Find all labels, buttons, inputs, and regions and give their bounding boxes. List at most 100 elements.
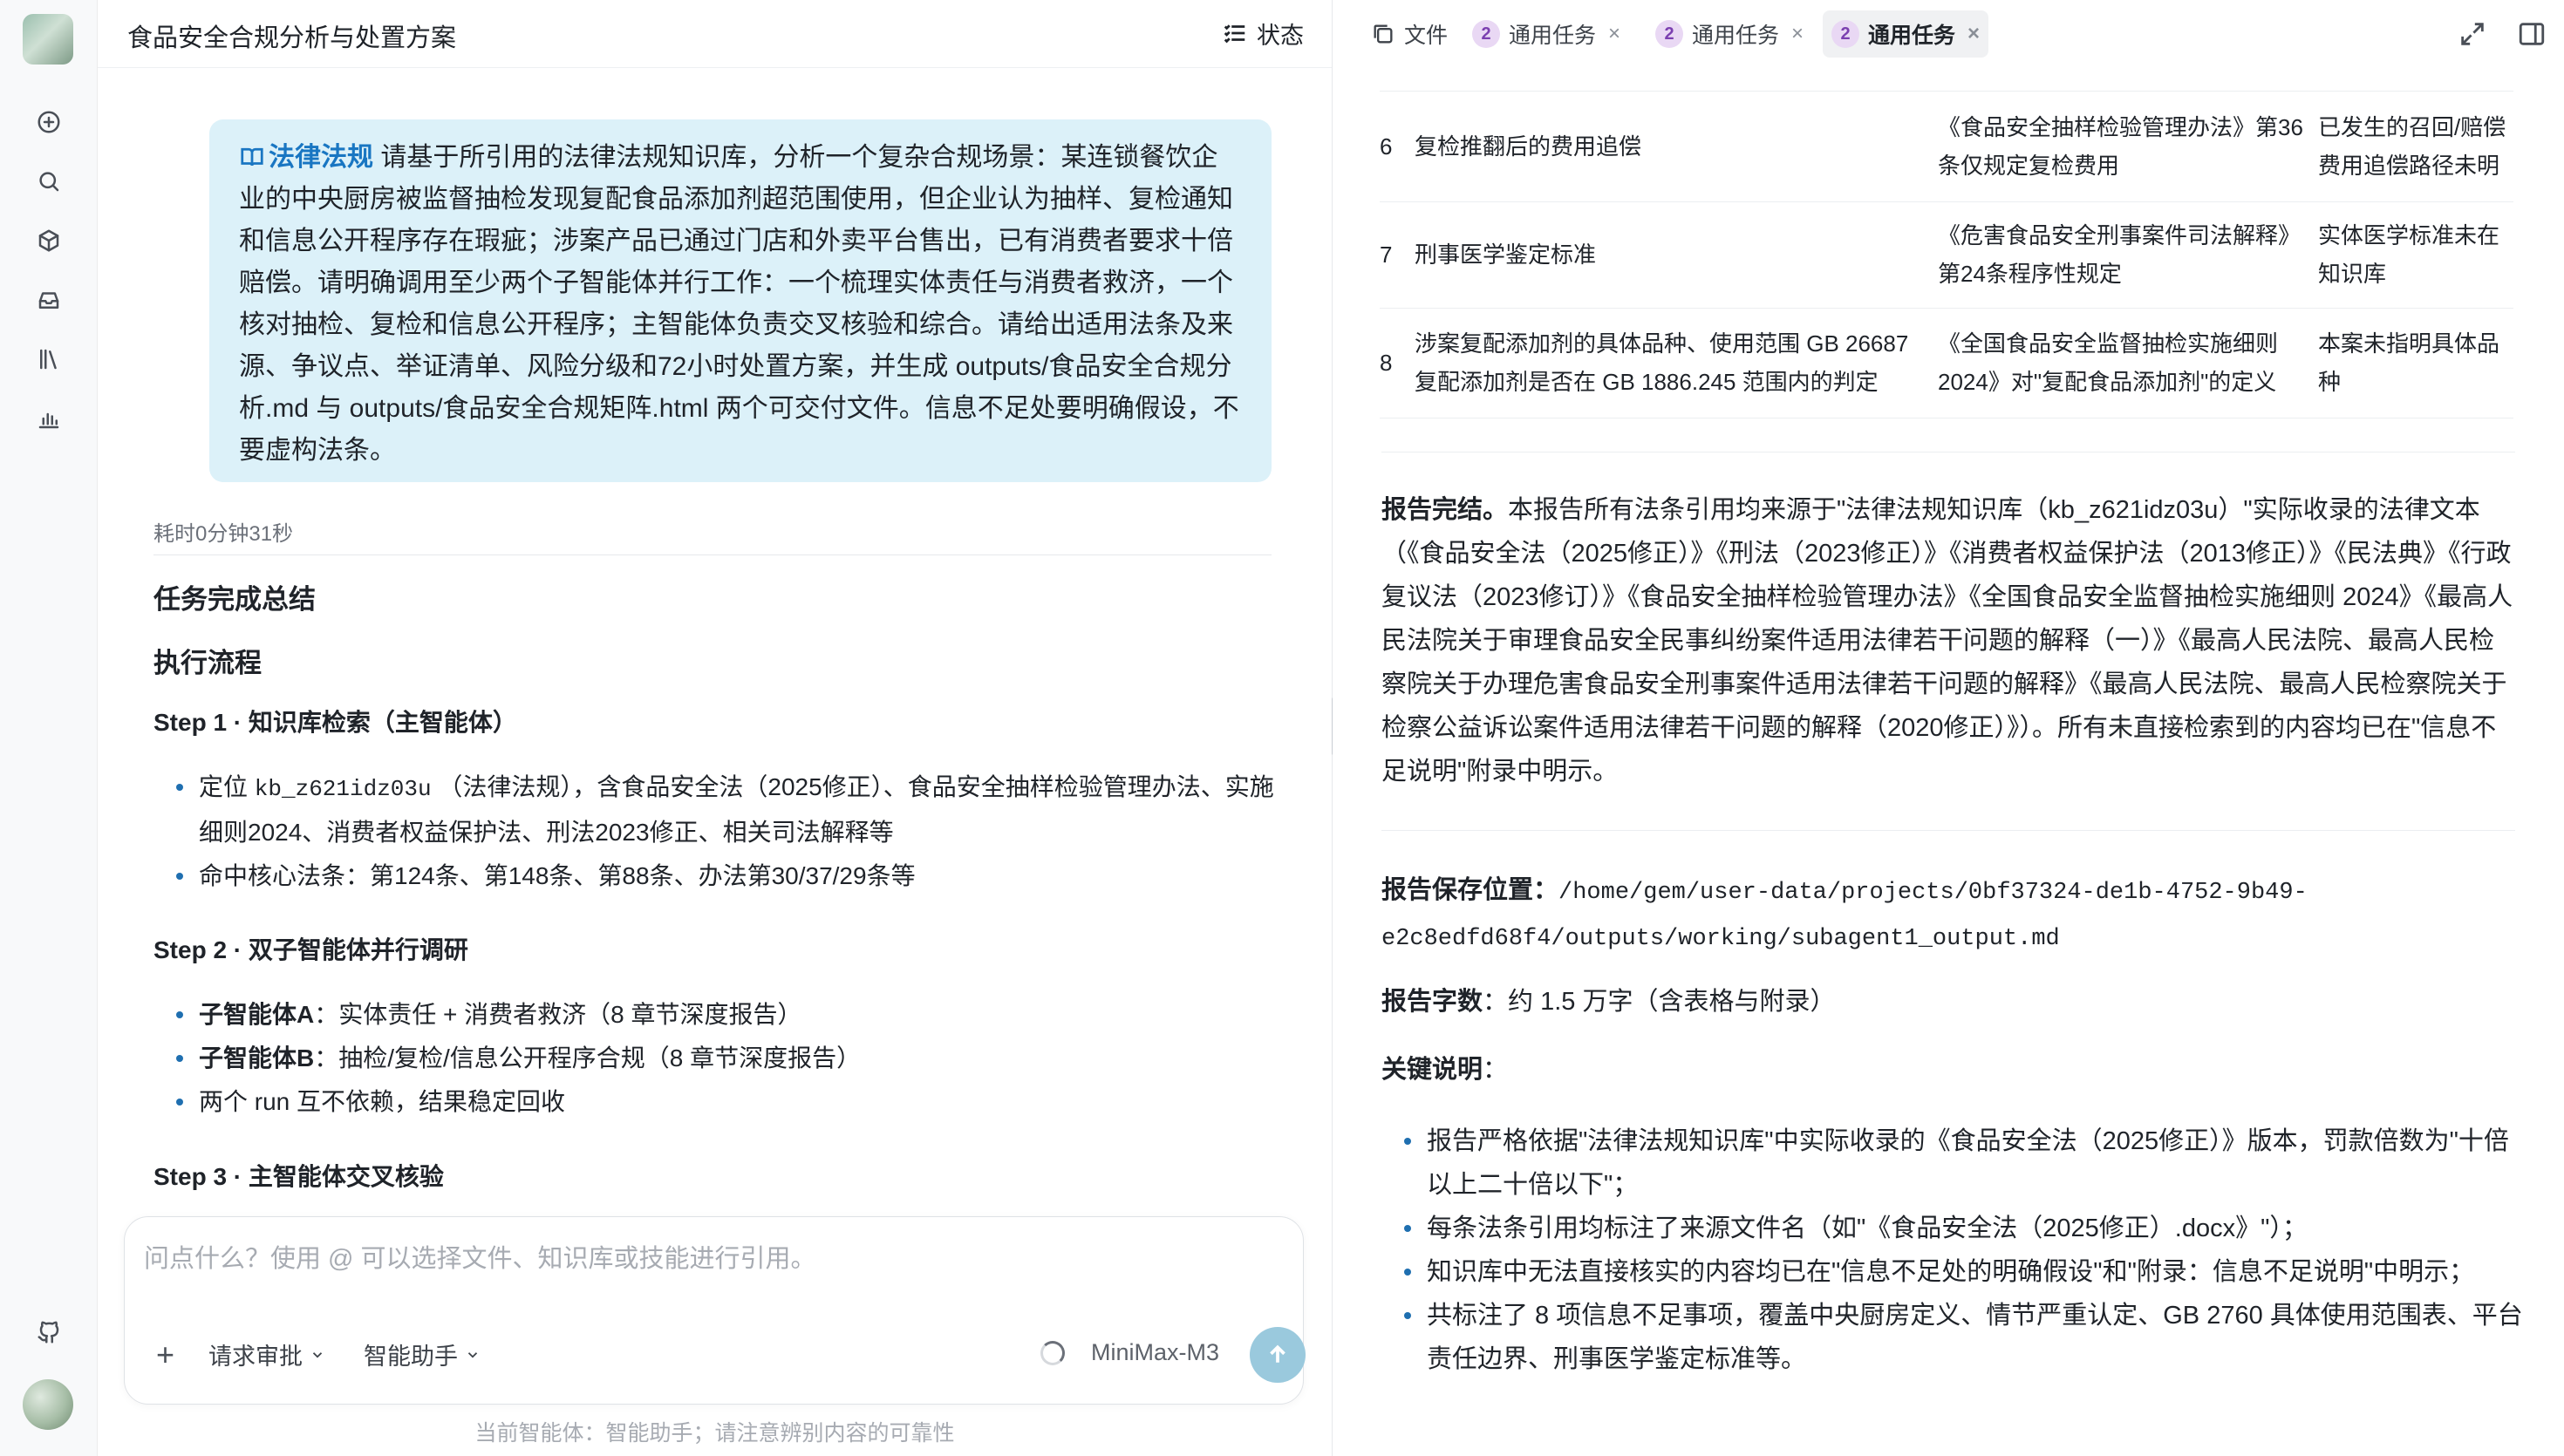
list-item: 定位 kb_z621idz03u （法律法规），含食品安全法（2025修正）、食… bbox=[176, 765, 1280, 854]
approval-dropdown[interactable]: 请求审批 bbox=[208, 1337, 325, 1371]
row-gap: 已发生的召回/赔偿费用追偿路径未明 bbox=[2318, 114, 2506, 179]
agent-dropdown[interactable]: 智能助手 bbox=[364, 1337, 481, 1371]
list-item: 知识库中无法直接核实的内容均已在"信息不足处的明确假设"和"附录：信息不足说明"… bbox=[1404, 1250, 2526, 1294]
app-rail bbox=[0, 0, 98, 1456]
footnote: 当前智能体：智能助手；请注意辨别内容的可靠性 bbox=[474, 1421, 955, 1446]
send-button[interactable] bbox=[1250, 1327, 1306, 1383]
row-gap: 本案未指明具体品种 bbox=[2318, 330, 2500, 395]
summary-heading: 任务完成总结 bbox=[153, 584, 316, 615]
tab-badge: 2 bbox=[1655, 20, 1683, 48]
report-done-text: 本报告所有法条引用均来源于"法律法规知识库（kb_z621idz03u）"实际收… bbox=[1381, 496, 2513, 786]
add-attachment-button[interactable]: + bbox=[156, 1339, 174, 1371]
subagent-b-label: 子智能体B bbox=[199, 1044, 315, 1072]
row-issue: 复检推翻后的费用追偿 bbox=[1415, 133, 1642, 160]
text: 定位 bbox=[199, 773, 255, 800]
flow-heading: 执行流程 bbox=[153, 648, 262, 678]
tab-badge: 2 bbox=[1831, 20, 1859, 48]
step1-heading: Step 1 · 知识库检索（主智能体） bbox=[153, 709, 517, 736]
agent-label: 智能助手 bbox=[364, 1344, 458, 1370]
github-icon[interactable] bbox=[31, 1315, 66, 1350]
table-row: 6 复检推翻后的费用追偿 《食品安全抽样检验管理办法》第36条仅规定复检费用 已… bbox=[1380, 92, 2513, 202]
row-number: 8 bbox=[1380, 350, 1393, 376]
table-row: 7 刑事医学鉴定标准 《危害食品安全刑事案件司法解释》第24条程序性规定 实体医… bbox=[1380, 202, 2513, 309]
list-item: 两个 run 互不依赖，结果稳定回收 bbox=[176, 1080, 1280, 1124]
tab-badge: 2 bbox=[1472, 20, 1500, 48]
close-icon[interactable]: × bbox=[1791, 22, 1804, 46]
arrow-up-icon bbox=[1270, 1344, 1285, 1363]
list-icon bbox=[1224, 24, 1245, 44]
report-word-count: 报告字数：约 1.5 万字（含表格与附录） bbox=[1381, 980, 2515, 1024]
tab-label: 文件 bbox=[1404, 24, 1449, 48]
list-item: 每条法条引用均标注了来源文件名（如"《食品安全法（2025修正）.docx》"）… bbox=[1404, 1207, 2526, 1250]
notes-heading: 关键说明： bbox=[1381, 1056, 1509, 1084]
row-gap: 实体医学标准未在知识库 bbox=[2318, 222, 2500, 287]
user-message-text: 请基于所引用的法律法规知识库，分析一个复杂合规场景：某连锁餐饮企业的中央厨房被监… bbox=[239, 143, 1239, 465]
path-label: 报告保存位置 bbox=[1381, 876, 1534, 904]
step3-heading: Step 3 · 主智能体交叉核验 bbox=[153, 1163, 444, 1190]
status-label: 状态 bbox=[1257, 22, 1304, 49]
list-item: 共标注了 8 项信息不足事项，覆盖中央厨房定义、情节严重认定、GB 2760 具… bbox=[1404, 1294, 2526, 1381]
list-item: 子智能体A：实体责任 + 消费者救济（8 章节深度报告） bbox=[176, 993, 1280, 1037]
report-done-label: 报告完结。 bbox=[1381, 496, 1509, 524]
loading-spinner-icon bbox=[1040, 1341, 1065, 1365]
row-basis: 《食品安全抽样检验管理办法》第36条仅规定复检费用 bbox=[1938, 114, 2303, 179]
chevron-down-icon bbox=[467, 1351, 478, 1358]
expand-icon[interactable] bbox=[2458, 19, 2487, 49]
list-item: 子智能体B：抽检/复检/信息公开程序合规（8 章节深度报告） bbox=[176, 1037, 1280, 1080]
table-row: 8 涉案复配添加剂的具体品种、使用范围 GB 26687复配添加剂是否在 GB … bbox=[1380, 309, 2513, 418]
kb-tag-label: 法律法规 bbox=[269, 143, 373, 172]
list-item: 报告严格依据"法律法规知识库"中实际收录的《食品安全法（2025修正）》版本，罚… bbox=[1404, 1119, 2526, 1207]
cube-icon[interactable] bbox=[31, 223, 66, 258]
status-button[interactable]: 状态 bbox=[1222, 16, 1304, 51]
approval-label: 请求审批 bbox=[208, 1344, 303, 1370]
page-title: 食品安全合规分析与处置方案 bbox=[127, 24, 457, 52]
search-icon[interactable] bbox=[31, 164, 66, 199]
row-basis: 《危害食品安全刑事案件司法解释》第24条程序性规定 bbox=[1938, 222, 2301, 287]
text: ：实体责任 + 消费者救济（8 章节深度报告） bbox=[314, 1001, 802, 1028]
chat-panel: 食品安全合规分析与处置方案 状态 法律法规 请基于所引用的法律法规知识库，分析一… bbox=[98, 0, 1332, 1456]
report-summary: 报告完结。本报告所有法条引用均来源于"法律法规知识库（kb_z621idz03u… bbox=[1381, 488, 2515, 793]
user-message: 法律法规 请基于所引用的法律法规知识库，分析一个复杂合规场景：某连锁餐饮企业的中… bbox=[209, 119, 1272, 482]
count-label: 报告字数 bbox=[1381, 988, 1483, 1016]
tab-label: 通用任务 bbox=[1692, 24, 1780, 48]
document-panel: 文件 2 通用任务 × 2 通用任务 × 2 通用任务 × 6 复检推翻后的费用… bbox=[1333, 0, 2564, 1456]
chevron-down-icon bbox=[312, 1351, 323, 1358]
tab-label: 通用任务 bbox=[1509, 24, 1597, 48]
close-icon[interactable]: × bbox=[1967, 22, 1980, 46]
avatar[interactable] bbox=[23, 1379, 73, 1430]
table-top-border bbox=[1380, 91, 2513, 92]
tab-task-2[interactable]: 2 通用任务 × bbox=[1647, 10, 1812, 58]
chat-header: 食品安全合规分析与处置方案 状态 bbox=[98, 0, 1332, 68]
chat-input[interactable] bbox=[144, 1233, 1278, 1285]
text: ：抽检/复检/信息公开程序合规（8 章节深度报告） bbox=[314, 1044, 862, 1072]
knowledge-base-tag[interactable]: 法律法规 bbox=[239, 143, 373, 172]
tab-label: 通用任务 bbox=[1868, 24, 1956, 48]
step2-heading: Step 2 · 双子智能体并行调研 bbox=[153, 936, 468, 963]
row-number: 7 bbox=[1380, 242, 1393, 268]
chart-icon[interactable] bbox=[31, 401, 66, 436]
library-icon[interactable] bbox=[31, 342, 66, 377]
book-icon bbox=[241, 147, 263, 167]
tab-task-1[interactable]: 2 通用任务 × bbox=[1463, 10, 1629, 58]
model-selector[interactable]: MiniMax-M3 bbox=[1091, 1339, 1219, 1366]
list-item: 命中核心法条：第124条、第148条、第88条、办法第30/37/29条等 bbox=[176, 854, 1280, 898]
panel-icon[interactable] bbox=[2517, 19, 2547, 49]
tab-files[interactable]: 文件 bbox=[1362, 10, 1456, 58]
close-icon[interactable]: × bbox=[1608, 22, 1620, 46]
notes-label: 关键说明 bbox=[1381, 1056, 1483, 1084]
inbox-icon[interactable] bbox=[31, 282, 66, 317]
row-issue: 刑事医学鉴定标准 bbox=[1415, 242, 1597, 268]
divider bbox=[1381, 830, 2515, 831]
count-value: ：约 1.5 万字（含表格与附录） bbox=[1483, 988, 1836, 1016]
subagent-a-label: 子智能体A bbox=[199, 1001, 315, 1028]
tab-bar: 文件 2 通用任务 × 2 通用任务 × 2 通用任务 × bbox=[1333, 0, 2564, 68]
kb-id-code: kb_z621idz03u bbox=[254, 776, 432, 802]
tab-task-3[interactable]: 2 通用任务 × bbox=[1823, 10, 1989, 58]
file-icon bbox=[1374, 24, 1393, 44]
composer: + 请求审批 智能助手 MiniMax-M3 bbox=[124, 1216, 1306, 1405]
row-number: 6 bbox=[1380, 133, 1393, 160]
new-chat-icon[interactable] bbox=[31, 105, 66, 139]
report-path: 报告保存位置：/home/gem/user-data/projects/0bf3… bbox=[1381, 876, 2308, 952]
row-issue: 涉案复配添加剂的具体品种、使用范围 GB 26687复配添加剂是否在 GB 18… bbox=[1415, 330, 1909, 395]
app-logo[interactable] bbox=[23, 14, 73, 65]
